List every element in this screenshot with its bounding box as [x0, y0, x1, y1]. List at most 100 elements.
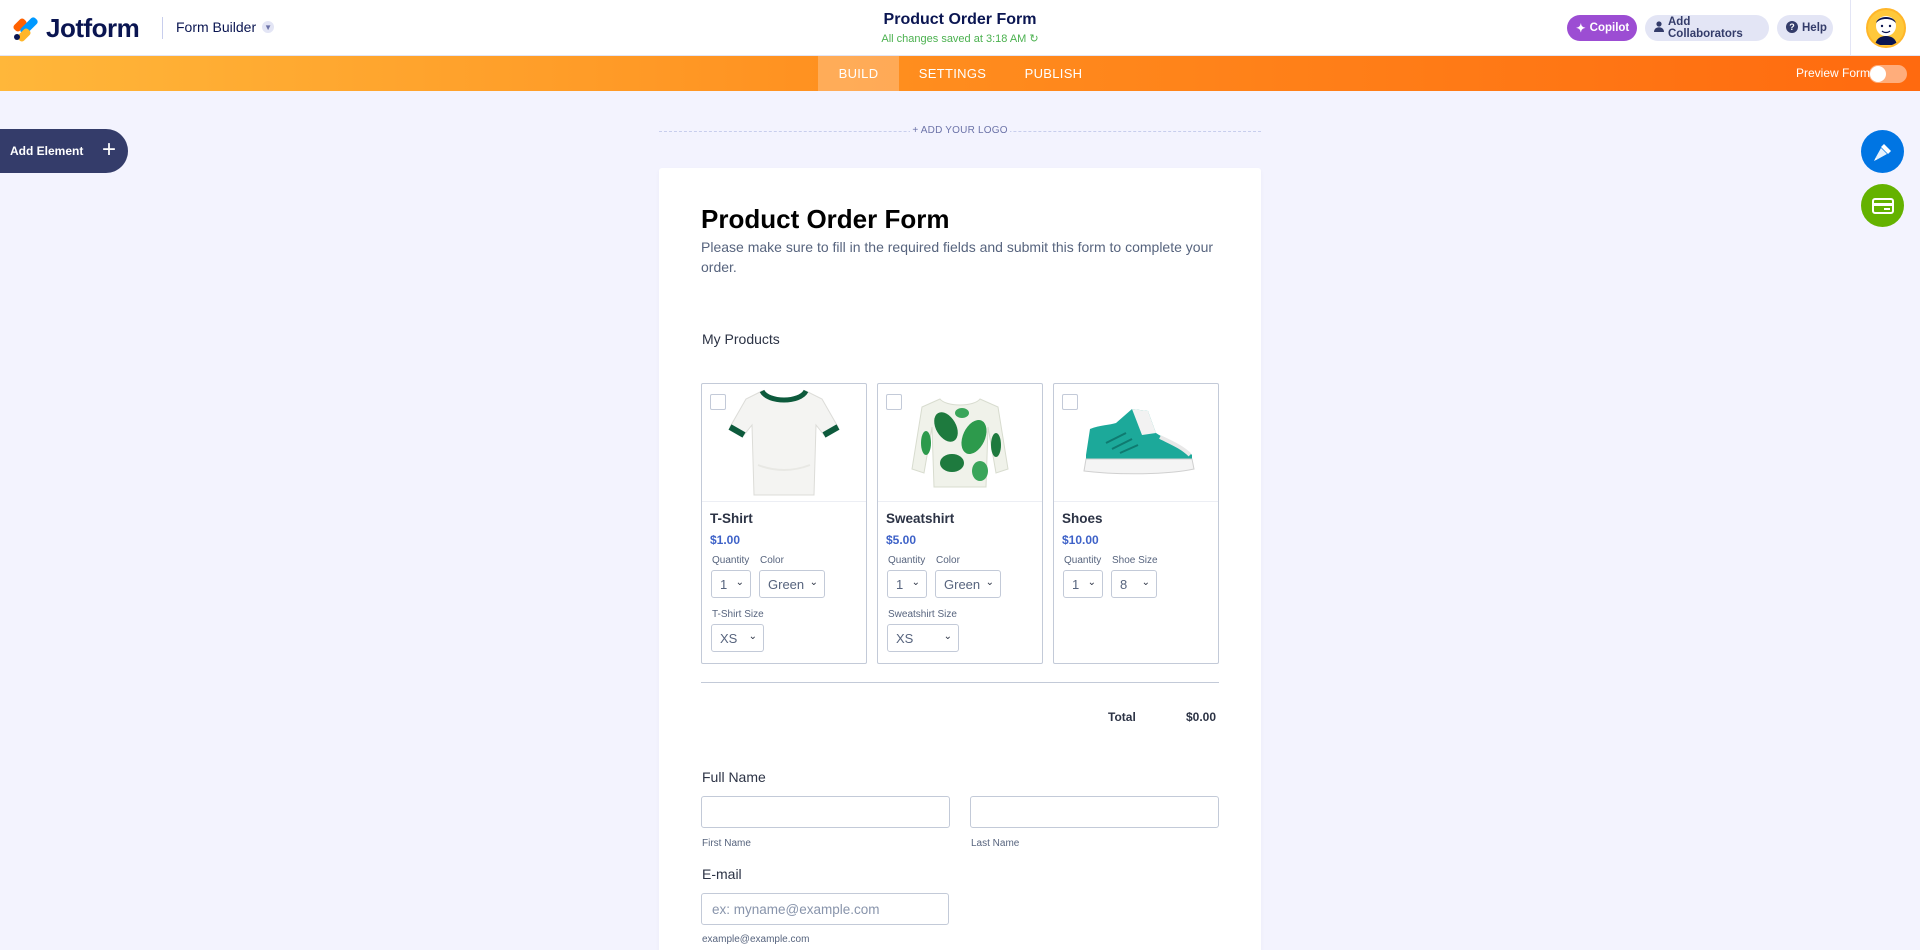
chevron-down-icon: ⌄ [1087, 577, 1096, 588]
chevron-down-icon: ⌄ [809, 577, 818, 588]
product-price: $5.00 [886, 533, 917, 547]
chevron-down-icon: ⌄ [748, 631, 757, 642]
payment-settings-button[interactable] [1861, 184, 1904, 227]
help-button[interactable]: ? Help [1777, 15, 1833, 41]
size-label: Sweatshirt Size [888, 609, 957, 620]
product-name: T-Shirt [710, 511, 753, 526]
product-price: $10.00 [1062, 533, 1099, 547]
chevron-down-icon: ⌄ [911, 577, 920, 588]
color-value: Green [768, 576, 805, 592]
form-builder-dropdown[interactable]: Form Builder ▼ [176, 19, 275, 35]
size-select[interactable]: XS ⌄ [887, 624, 959, 652]
size-value: XS [896, 630, 914, 646]
logo-text: Jotform [46, 13, 140, 43]
top-header: Jotform Form Builder ▼ Product Order For… [0, 0, 1920, 56]
first-name-input[interactable] [701, 796, 950, 828]
product-image-sweatshirt [878, 384, 1042, 502]
last-name-sublabel: Last Name [971, 838, 1020, 849]
size-label: T-Shirt Size [712, 609, 764, 620]
full-name-label[interactable]: Full Name [702, 769, 766, 785]
form-title-area: Product Order Form All changes saved at … [760, 11, 1160, 45]
shoe-size-select[interactable]: 8 ⌄ [1111, 570, 1157, 598]
product-checkbox[interactable] [1062, 394, 1078, 410]
size-select[interactable]: XS ⌄ [711, 624, 764, 652]
email-input[interactable]: ex: myname@example.com [701, 893, 949, 925]
preview-form-label: Preview Form [1796, 66, 1871, 80]
sparkle-icon: ✦ [1576, 23, 1586, 35]
email-label[interactable]: E-mail [702, 866, 742, 882]
plus-icon: + [101, 136, 116, 163]
form-description[interactable]: Please make sure to fill in the required… [701, 237, 1221, 277]
form-title[interactable]: Product Order Form [760, 11, 1160, 29]
form-card: Product Order Form Please make sure to f… [659, 168, 1261, 950]
paint-roller-icon [1873, 143, 1891, 161]
products-divider [701, 682, 1219, 683]
color-select[interactable]: Green ⌄ [935, 570, 1001, 598]
jotform-logo-icon [12, 15, 39, 43]
product-image-shoes [1054, 384, 1218, 502]
total-label: Total [1108, 710, 1136, 724]
credit-card-icon [1871, 197, 1894, 214]
jotform-logo[interactable]: Jotform [12, 13, 140, 44]
last-name-input[interactable] [970, 796, 1219, 828]
quantity-select[interactable]: 1 ⌄ [1063, 570, 1103, 598]
refresh-icon: ↻ [1029, 33, 1039, 45]
quantity-select[interactable]: 1 ⌄ [711, 570, 751, 598]
quantity-label: Quantity [888, 555, 926, 566]
chevron-down-icon: ⌄ [1141, 577, 1150, 588]
shoe-size-value: 8 [1120, 576, 1128, 592]
question-circle-icon: ? [1786, 20, 1798, 36]
product-image-tshirt [702, 384, 866, 502]
tab-settings[interactable]: SETTINGS [899, 56, 1006, 91]
product-name: Shoes [1062, 511, 1103, 526]
tab-publish[interactable]: PUBLISH [1006, 56, 1101, 91]
color-label: Color [760, 555, 784, 566]
avatar-divider [1850, 0, 1851, 56]
help-label: Help [1802, 22, 1827, 34]
chevron-down-icon: ⌄ [943, 631, 952, 642]
size-value: XS [720, 630, 738, 646]
email-sublabel: example@example.com [702, 934, 810, 945]
save-status-text: All changes saved at 3:18 AM [881, 33, 1027, 45]
quantity-value: 1 [896, 576, 904, 592]
builder-nav: BUILD SETTINGS PUBLISH Preview Form [0, 56, 1920, 91]
add-element-button[interactable]: Add Element + [0, 129, 128, 173]
product-checkbox[interactable] [710, 394, 726, 410]
add-element-label: Add Element [10, 144, 84, 158]
quantity-value: 1 [720, 576, 728, 592]
first-name-sublabel: First Name [702, 838, 751, 849]
add-logo-button[interactable]: + ADD YOUR LOGO [910, 125, 1010, 136]
product-card-sweatshirt[interactable]: Sweatshirt $5.00 Quantity Color 1 ⌄ Gree… [877, 383, 1043, 664]
save-status: All changes saved at 3:18 AM ↻ [760, 32, 1160, 45]
avatar[interactable] [1866, 8, 1906, 48]
copilot-button[interactable]: ✦ Copilot [1567, 15, 1637, 41]
preview-form-toggle[interactable] [1869, 65, 1907, 83]
product-name: Sweatshirt [886, 511, 955, 526]
quantity-select[interactable]: 1 ⌄ [887, 570, 927, 598]
chevron-down-icon: ⌄ [735, 577, 744, 588]
email-placeholder: ex: myname@example.com [712, 901, 880, 917]
toggle-knob [1870, 66, 1886, 82]
form-builder-label: Form Builder [176, 19, 257, 35]
user-icon [1654, 21, 1664, 35]
total-value: $0.00 [1186, 710, 1217, 724]
add-collaborators-label: Add Collaborators [1668, 16, 1743, 40]
copilot-label: Copilot [1589, 22, 1630, 34]
quantity-value: 1 [1072, 576, 1080, 592]
form-heading[interactable]: Product Order Form [701, 204, 949, 235]
color-value: Green [944, 576, 981, 592]
product-price: $1.00 [710, 533, 741, 547]
form-designer-button[interactable] [1861, 130, 1904, 173]
product-card-tshirt[interactable]: T-Shirt $1.00 Quantity Color 1 ⌄ Green ⌄… [701, 383, 867, 664]
quantity-label: Quantity [712, 555, 750, 566]
tab-build[interactable]: BUILD [818, 56, 899, 91]
chevron-down-icon: ⌄ [985, 577, 994, 588]
shoe-size-label: Shoe Size [1112, 555, 1158, 566]
products-label[interactable]: My Products [702, 331, 780, 347]
color-label: Color [936, 555, 960, 566]
add-collaborators-button[interactable]: Add Collaborators [1645, 15, 1769, 41]
color-select[interactable]: Green ⌄ [759, 570, 825, 598]
product-card-shoes[interactable]: Shoes $10.00 Quantity Shoe Size 1 ⌄ 8 ⌄ [1053, 383, 1219, 664]
product-checkbox[interactable] [886, 394, 902, 410]
svg-text:?: ? [1789, 22, 1795, 32]
